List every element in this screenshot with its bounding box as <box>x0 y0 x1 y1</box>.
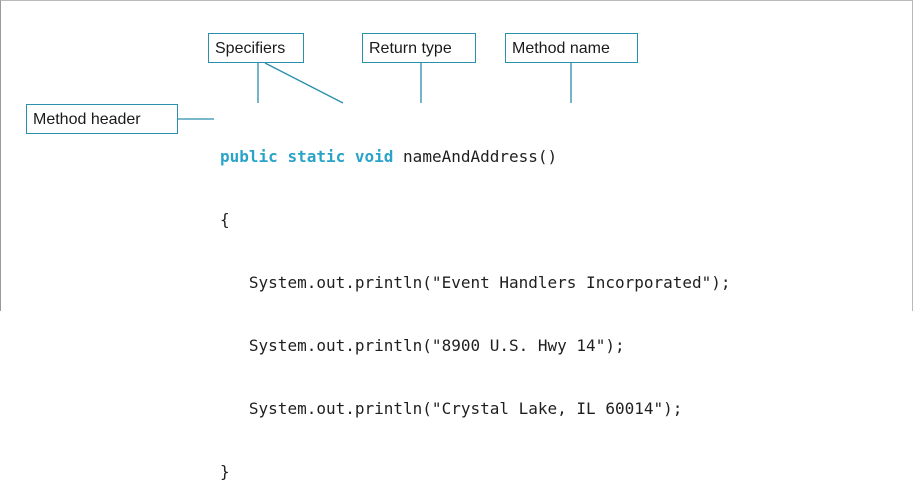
keyword-public: public <box>220 147 278 166</box>
code-line: System.out.println("8900 U.S. Hwy 14"); <box>220 335 731 356</box>
method-header-label: Method header <box>26 104 178 134</box>
code-line-text: System.out.println("Crystal Lake, IL 600… <box>248 399 683 418</box>
code-block: public static void nameAndAddress() { Sy… <box>220 104 731 503</box>
open-brace: { <box>220 210 230 229</box>
specifiers-label: Specifiers <box>208 33 304 63</box>
method-name-label: Method name <box>505 33 638 63</box>
code-line-text: System.out.println("8900 U.S. Hwy 14"); <box>248 336 625 355</box>
close-brace: } <box>220 462 230 481</box>
code-line: System.out.println("Crystal Lake, IL 600… <box>220 398 731 419</box>
keyword-void: void <box>354 147 394 166</box>
return-type-label: Return type <box>362 33 476 63</box>
method-header-line: public static void nameAndAddress() <box>220 146 731 167</box>
code-line-text: System.out.println("Event Handlers Incor… <box>248 273 731 292</box>
leader-specifiers-static <box>264 62 344 104</box>
code-line: System.out.println("Event Handlers Incor… <box>220 272 731 293</box>
method-name: nameAndAddress() <box>403 147 558 166</box>
keyword-static: static <box>287 147 346 166</box>
